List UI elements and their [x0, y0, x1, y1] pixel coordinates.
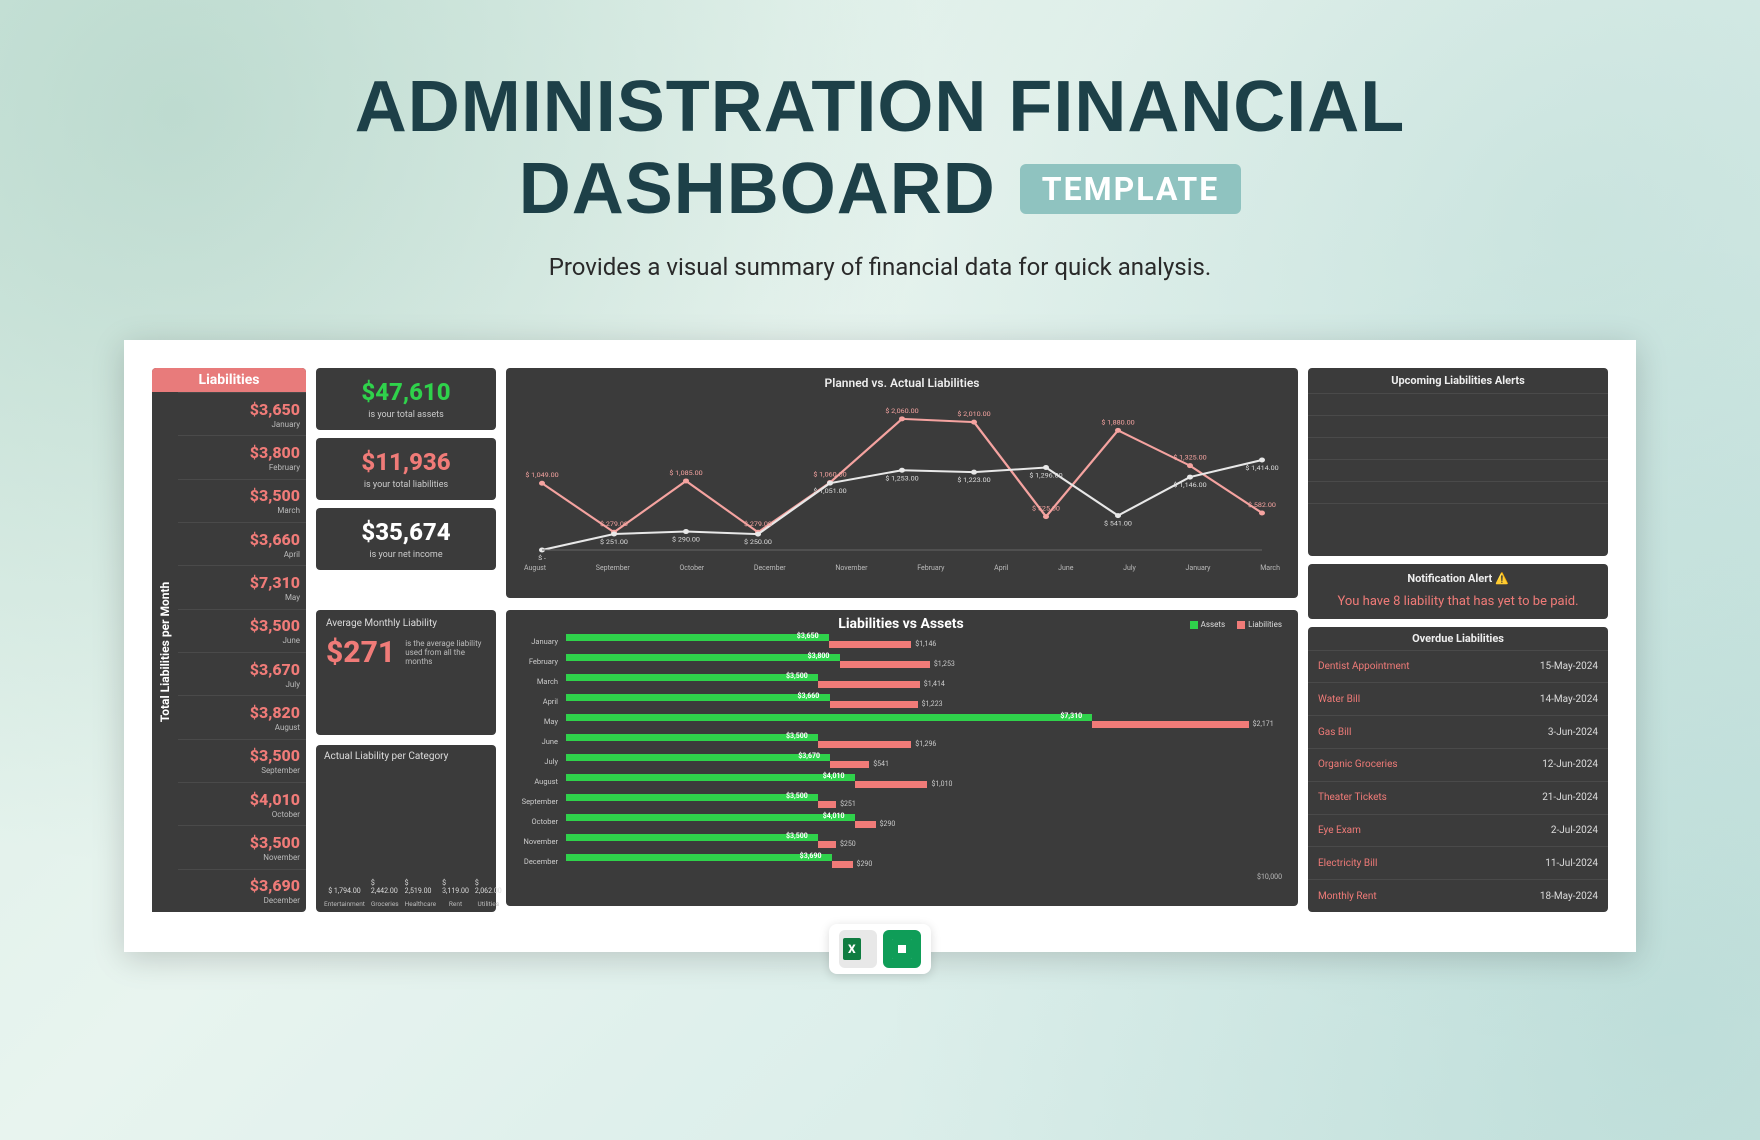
overdue-row: Dentist Appointment15-May-2024	[1308, 650, 1608, 683]
liab-row: $7,310May	[178, 565, 306, 608]
svg-text:$ 1,296.00: $ 1,296.00	[1029, 472, 1063, 479]
svg-text:$ 1,223.00: $ 1,223.00	[957, 477, 991, 484]
overdue-row: Organic Groceries12-Jun-2024	[1308, 748, 1608, 781]
svg-text:$ 1,085.00: $ 1,085.00	[669, 470, 703, 477]
liab-row: $3,670July	[178, 652, 306, 695]
hbar-row: June $3,500 $1,296	[516, 731, 1286, 751]
overdue-row: Monthly Rent18-May-2024	[1308, 879, 1608, 912]
overdue-row: Electricity Bill11-Jul-2024	[1308, 846, 1608, 879]
svg-text:$ 541.00: $ 541.00	[1104, 520, 1132, 527]
category-bar: $ 2,519.00Healthcare	[405, 879, 436, 908]
svg-text:$ -: $ -	[538, 555, 546, 560]
hbar-row: January $3,650 $1,146	[516, 631, 1286, 651]
liab-row: $3,500March	[178, 479, 306, 522]
hbar-row: February $3,800 $1,253	[516, 651, 1286, 671]
kpi-net-income: $35,674 is your net income	[316, 508, 496, 570]
liab-row: $4,010October	[178, 782, 306, 825]
category-bar: $ 2,062.00Utilities	[475, 879, 502, 908]
hbar-row: April $3,660 $1,223	[516, 691, 1286, 711]
svg-text:$ 582.00: $ 582.00	[1248, 502, 1276, 509]
hero: ADMINISTRATION FINANCIAL DASHBOARD TEMPL…	[0, 0, 1760, 281]
category-bar: $ 3,119.00Rent	[442, 879, 469, 908]
hbar-row: May $7,310 $2,171	[516, 711, 1286, 731]
upcoming-alerts-panel: Upcoming Liabilities Alerts	[1308, 368, 1608, 556]
svg-text:$ 1,060.00: $ 1,060.00	[813, 471, 847, 478]
liab-row: $3,800February	[178, 435, 306, 478]
hbar-row: November $3,500 $250	[516, 831, 1286, 851]
liab-row: $3,660April	[178, 522, 306, 565]
template-badge: TEMPLATE	[1020, 164, 1242, 214]
overdue-row: Water Bill14-May-2024	[1308, 682, 1608, 715]
svg-text:$ 2,060.00: $ 2,060.00	[885, 407, 919, 414]
planned-vs-actual-chart: Planned vs. Actual Liabilities $ 1,049.0…	[506, 368, 1298, 598]
svg-text:$ 1,253.00: $ 1,253.00	[885, 475, 919, 482]
overdue-panel: Overdue Liabilities Dentist Appointment1…	[1308, 627, 1608, 912]
liabilities-vs-assets-chart: Liabilities vs Assets Assets Liabilities…	[506, 610, 1298, 906]
category-bar-chart: Actual Liability per Category $ 1,794.00…	[316, 745, 496, 912]
average-liability-panel: Average Monthly Liability $271 is the av…	[316, 610, 496, 735]
liab-row: $3,500November	[178, 825, 306, 868]
notification-panel: Notification Alert ⚠️ You have 8 liabili…	[1308, 564, 1608, 619]
right-column: Upcoming Liabilities Alerts Notification…	[1308, 368, 1608, 912]
kpi-total-assets: $47,610 is your total assets	[316, 368, 496, 430]
liabilities-header: Liabilities	[152, 368, 306, 392]
overdue-row: Theater Tickets21-Jun-2024	[1308, 781, 1608, 814]
svg-text:$ 1,414.00: $ 1,414.00	[1245, 465, 1279, 472]
hbar-row: July $3,670 $541	[516, 751, 1286, 771]
title-line-2: DASHBOARD	[519, 152, 996, 228]
svg-text:$ 1,880.00: $ 1,880.00	[1101, 419, 1135, 426]
title-line-1: ADMINISTRATION FINANCIAL	[0, 70, 1760, 146]
overdue-row: Eye Exam2-Jul-2024	[1308, 814, 1608, 847]
svg-text:$ 1,049.00: $ 1,049.00	[525, 472, 559, 479]
svg-text:$ 251.00: $ 251.00	[600, 539, 628, 546]
svg-text:$ 1,146.00: $ 1,146.00	[1173, 482, 1207, 489]
svg-text:$ 1,325.00: $ 1,325.00	[1173, 454, 1207, 461]
hbar-row: October $4,010 $290	[516, 811, 1286, 831]
dashboard-card: Liabilities Total Liabilities per Month …	[124, 340, 1636, 952]
hbar-row: March $3,500 $1,414	[516, 671, 1286, 691]
category-bar: $ 1,794.00Entertainment	[324, 887, 365, 908]
svg-text:$ 250.00: $ 250.00	[744, 539, 772, 546]
category-bar: $ 2,442.00Groceries	[371, 879, 399, 908]
liab-row: $3,690December	[178, 869, 306, 912]
liabilities-axis-label: Total Liabilities per Month	[152, 392, 178, 912]
kpi-total-liabilities: $11,936 is your total liabilities	[316, 438, 496, 500]
overdue-row: Gas Bill3-Jun-2024	[1308, 715, 1608, 748]
hbar-row: August $4,010 $1,010	[516, 771, 1286, 791]
app-icons	[829, 924, 931, 974]
liab-row: $3,820August	[178, 695, 306, 738]
liab-row: $3,500September	[178, 739, 306, 782]
liab-row: $3,500June	[178, 609, 306, 652]
svg-text:$ 525.00: $ 525.00	[1032, 505, 1060, 512]
svg-text:$ 290.00: $ 290.00	[672, 536, 700, 543]
hbar-row: December $3,690 $290	[516, 851, 1286, 871]
excel-icon[interactable]	[839, 930, 877, 968]
liab-row: $3,650January	[178, 392, 306, 435]
svg-text:$ 2,010.00: $ 2,010.00	[957, 411, 991, 418]
kpi-stack: $47,610 is your total assets $11,936 is …	[316, 368, 496, 600]
svg-text:$ 279.00: $ 279.00	[744, 521, 772, 528]
liabilities-by-month-panel: Liabilities Total Liabilities per Month …	[152, 368, 306, 912]
hbar-row: September $3,500 $251	[516, 791, 1286, 811]
svg-text:$ 1,051.00: $ 1,051.00	[813, 488, 847, 495]
svg-text:$ 279.00: $ 279.00	[600, 521, 628, 528]
subtitle: Provides a visual summary of financial d…	[0, 253, 1760, 281]
sheets-icon[interactable]	[883, 930, 921, 968]
